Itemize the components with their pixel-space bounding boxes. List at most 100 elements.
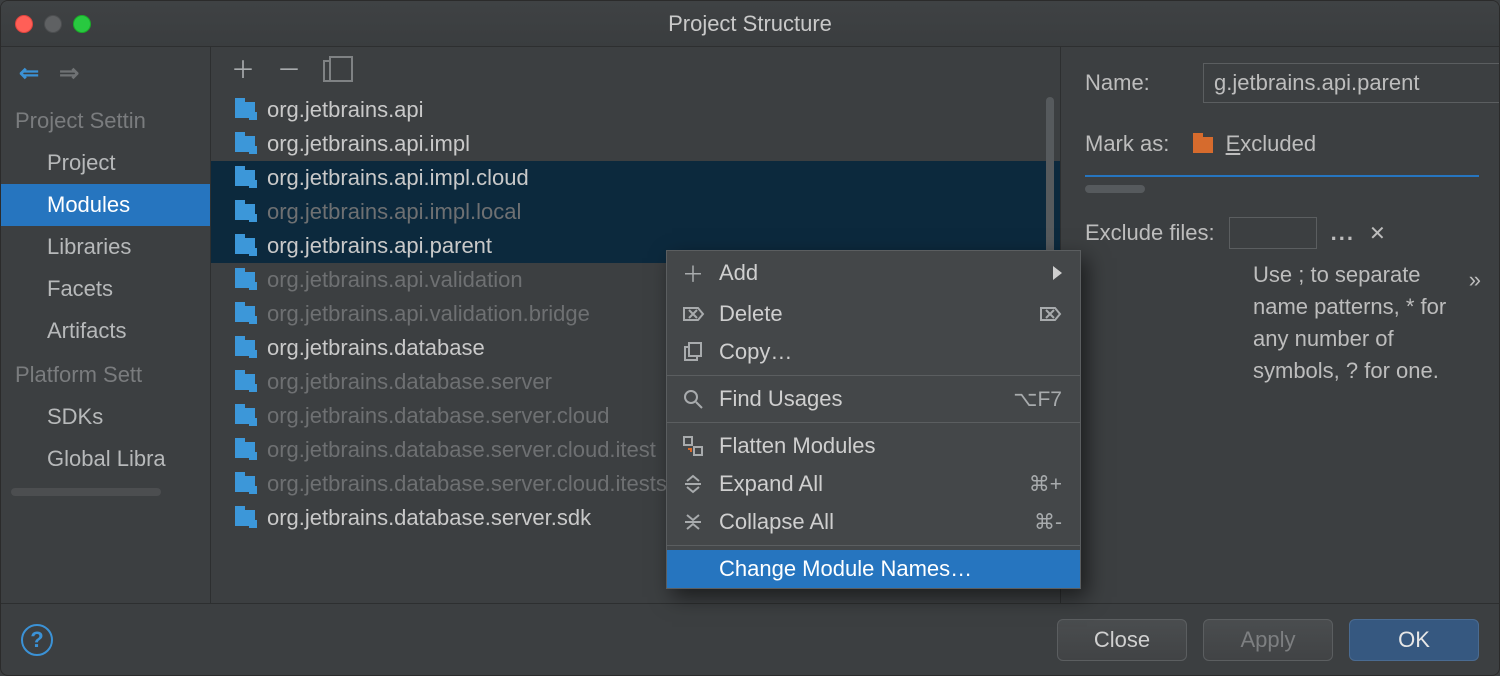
module-row[interactable]: org.jetbrains.api: [211, 93, 1060, 127]
menu-label: Delete: [719, 301, 1024, 327]
sidebar-group-platform-settings: Platform Sett: [1, 352, 210, 396]
add-icon[interactable]: ＋: [231, 59, 255, 83]
menu-separator: [667, 545, 1080, 546]
module-folder-icon: [235, 374, 255, 390]
menu-shortcut: [1038, 305, 1062, 323]
module-folder-icon: [235, 136, 255, 152]
module-folder-icon: [235, 170, 255, 186]
more-icon[interactable]: »: [1469, 267, 1481, 293]
sidebar-item-modules[interactable]: Modules: [1, 184, 210, 226]
menu-separator: [667, 375, 1080, 376]
history-nav: ⇐ ⇒: [1, 47, 210, 98]
module-folder-icon: [235, 442, 255, 458]
selection-indicator: [1085, 175, 1479, 177]
ok-button[interactable]: OK: [1349, 619, 1479, 661]
module-row[interactable]: org.jetbrains.api.impl.cloud: [211, 161, 1060, 195]
module-label: org.jetbrains.database.server.cloud.ites…: [267, 437, 656, 463]
menu-label: Add: [719, 260, 1039, 286]
plus-icon: ＋: [681, 257, 705, 289]
module-label: org.jetbrains.database.server.sdk: [267, 505, 591, 531]
delete-tag-icon: [681, 305, 705, 323]
menu-shortcut: ⌘+: [1029, 472, 1062, 497]
sidebar-item-project[interactable]: Project: [1, 142, 210, 184]
help-icon[interactable]: ?: [21, 624, 53, 656]
exclude-files-input[interactable]: [1229, 217, 1317, 249]
back-icon[interactable]: ⇐: [19, 59, 39, 88]
module-label: org.jetbrains.database: [267, 335, 485, 361]
menu-label: Collapse All: [719, 509, 1020, 535]
menu-change-module-names[interactable]: Change Module Names…: [667, 550, 1080, 588]
mark-as-label: Mark as:: [1085, 131, 1169, 157]
flatten-icon: [681, 436, 705, 456]
module-row[interactable]: org.jetbrains.api.impl.local: [211, 195, 1060, 229]
search-icon: [681, 389, 705, 409]
window-title: Project Structure: [1, 11, 1499, 37]
browse-icon[interactable]: ...: [1331, 220, 1355, 246]
close-button[interactable]: Close: [1057, 619, 1187, 661]
module-folder-icon: [235, 510, 255, 526]
menu-add[interactable]: ＋ Add: [667, 251, 1080, 295]
titlebar: Project Structure: [1, 1, 1499, 47]
content-roots-scrollbar[interactable]: [1085, 185, 1145, 193]
copy-icon[interactable]: [323, 60, 343, 82]
module-folder-icon: [235, 204, 255, 220]
module-label: org.jetbrains.api.parent: [267, 233, 492, 259]
excluded-folder-icon: [1193, 137, 1213, 153]
apply-button[interactable]: Apply: [1203, 619, 1333, 661]
remove-icon[interactable]: －: [277, 59, 301, 83]
name-label: Name:: [1085, 70, 1185, 96]
menu-label: Change Module Names…: [719, 556, 1062, 582]
menu-shortcut: ⌥F7: [1013, 387, 1062, 412]
dialog-footer: ? Close Apply OK: [1, 603, 1499, 675]
module-folder-icon: [235, 476, 255, 492]
forward-icon[interactable]: ⇒: [59, 59, 79, 88]
sidebar-item-artifacts[interactable]: Artifacts: [1, 310, 210, 352]
project-structure-window: Project Structure ⇐ ⇒ Project Settin Pro…: [0, 0, 1500, 676]
menu-copy[interactable]: Copy…: [667, 333, 1080, 371]
clear-icon[interactable]: ✕: [1369, 221, 1386, 246]
submenu-chevron-icon: [1053, 260, 1062, 286]
dialog-body: ⇐ ⇒ Project Settin Project Modules Libra…: [1, 47, 1499, 603]
module-label: org.jetbrains.database.server: [267, 369, 552, 395]
mark-as-row: Mark as: Excluded: [1085, 131, 1479, 157]
menu-label: Find Usages: [719, 386, 999, 412]
module-folder-icon: [235, 408, 255, 424]
module-label: org.jetbrains.api.validation.bridge: [267, 301, 590, 327]
excluded-toggle[interactable]: Excluded: [1193, 131, 1316, 157]
module-label: org.jetbrains.api: [267, 97, 424, 123]
module-folder-icon: [235, 102, 255, 118]
menu-label: Expand All: [719, 471, 1015, 497]
menu-expand-all[interactable]: Expand All ⌘+: [667, 465, 1080, 503]
exclude-files-row: Exclude files: ... ✕: [1085, 217, 1479, 249]
menu-label: Flatten Modules: [719, 433, 1062, 459]
sidebar: ⇐ ⇒ Project Settin Project Modules Libra…: [1, 47, 211, 603]
module-folder-icon: [235, 340, 255, 356]
module-details: Name: Mark as: Excluded » Exclude files:…: [1061, 47, 1499, 603]
module-label: org.jetbrains.api.impl.local: [267, 199, 521, 225]
menu-delete[interactable]: Delete: [667, 295, 1080, 333]
collapse-all-icon: [681, 512, 705, 532]
copy-icon: [681, 342, 705, 362]
expand-all-icon: [681, 474, 705, 494]
menu-flatten-modules[interactable]: Flatten Modules: [667, 427, 1080, 465]
module-label: org.jetbrains.database.server.cloud: [267, 403, 609, 429]
module-folder-icon: [235, 238, 255, 254]
module-folder-icon: [235, 306, 255, 322]
menu-label: Copy…: [719, 339, 1062, 365]
name-input[interactable]: [1203, 63, 1500, 103]
excluded-label: Excluded: [1219, 131, 1316, 156]
sidebar-item-libraries[interactable]: Libraries: [1, 226, 210, 268]
module-label: org.jetbrains.database.server.cloud.ites…: [267, 471, 667, 497]
modules-toolbar: ＋ －: [211, 47, 1060, 93]
modules-context-menu: ＋ Add Delete Copy…: [666, 250, 1081, 589]
sidebar-item-global-libraries[interactable]: Global Libra: [1, 438, 210, 480]
sidebar-item-facets[interactable]: Facets: [1, 268, 210, 310]
sidebar-item-sdks[interactable]: SDKs: [1, 396, 210, 438]
module-label: org.jetbrains.api.impl.cloud: [267, 165, 529, 191]
menu-find-usages[interactable]: Find Usages ⌥F7: [667, 380, 1080, 418]
sidebar-scrollbar[interactable]: [11, 488, 161, 496]
module-folder-icon: [235, 272, 255, 288]
exclude-files-label: Exclude files:: [1085, 220, 1215, 246]
menu-collapse-all[interactable]: Collapse All ⌘-: [667, 503, 1080, 541]
module-row[interactable]: org.jetbrains.api.impl: [211, 127, 1060, 161]
